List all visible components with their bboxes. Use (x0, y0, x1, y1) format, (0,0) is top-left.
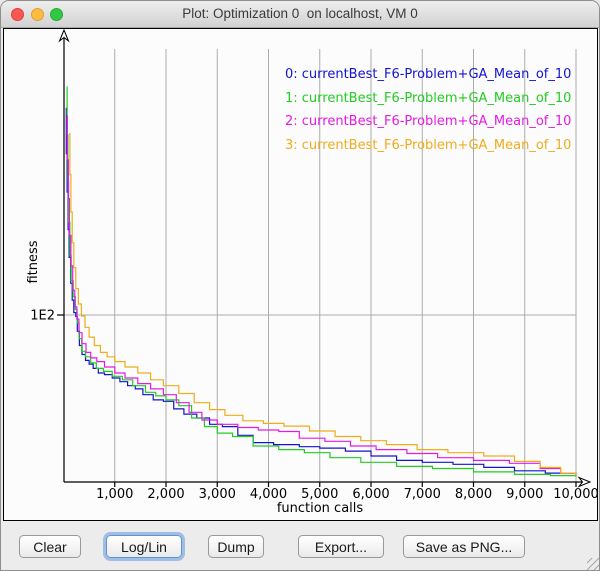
x-tick-label: 7,000 (404, 487, 441, 502)
x-tick-label: 5,000 (301, 487, 338, 502)
x-tick-label: 8,000 (455, 487, 492, 502)
x-axis-title: function calls (277, 501, 364, 516)
legend-item: 3: currentBest_F6-Problem+GA_Mean_of_10 (285, 134, 571, 158)
x-tick-label: 6,000 (352, 487, 389, 502)
x-tick-label: 3,000 (199, 487, 236, 502)
x-tick-label: 1,000 (96, 487, 133, 502)
legend-item: 0: currentBest_F6-Problem+GA_Mean_of_10 (285, 63, 571, 87)
log-lin-button[interactable]: Log/Lin (106, 535, 182, 558)
x-tick-label: 9,000 (506, 487, 543, 502)
clear-button[interactable]: Clear (19, 535, 81, 558)
dump-button[interactable]: Dump (208, 535, 264, 558)
export-button[interactable]: Export... (298, 535, 384, 558)
x-tick-labels: 1,000 2,000 3,000 4,000 5,000 6,000 7,000 8,000… (96, 487, 597, 502)
x-tick-label: 2,000 (147, 487, 184, 502)
legend: 0: currentBest_F6-Problem+GA_Mean_of_101… (285, 63, 571, 157)
button-bar: Clear Log/Lin Dump Export... Save as PNG… (1, 521, 600, 571)
plot-panel: 1E2 fitness function calls 1,000 2,000 3,0… (3, 28, 598, 521)
legend-item: 2: currentBest_F6-Problem+GA_Mean_of_10 (285, 110, 571, 134)
titlebar[interactable]: Plot: Optimization 0 on localhost, VM 0 (1, 1, 599, 28)
series-line-0 (66, 108, 576, 475)
series-line-3 (69, 134, 576, 476)
y-axis-title: fitness (26, 240, 41, 283)
x-tick-label: 10,000 (553, 487, 597, 502)
window-title: Plot: Optimization 0 on localhost, VM 0 (1, 1, 599, 28)
series-line-2 (67, 116, 576, 476)
plot-window: Plot: Optimization 0 on localhost, VM 0 … (0, 0, 600, 571)
y-tick-label: 1E2 (30, 309, 55, 324)
resize-grip-icon[interactable] (587, 558, 600, 571)
legend-item: 1: currentBest_F6-Problem+GA_Mean_of_10 (285, 87, 571, 111)
x-tick-label: 4,000 (250, 487, 287, 502)
save-as-png-button[interactable]: Save as PNG... (403, 535, 525, 558)
